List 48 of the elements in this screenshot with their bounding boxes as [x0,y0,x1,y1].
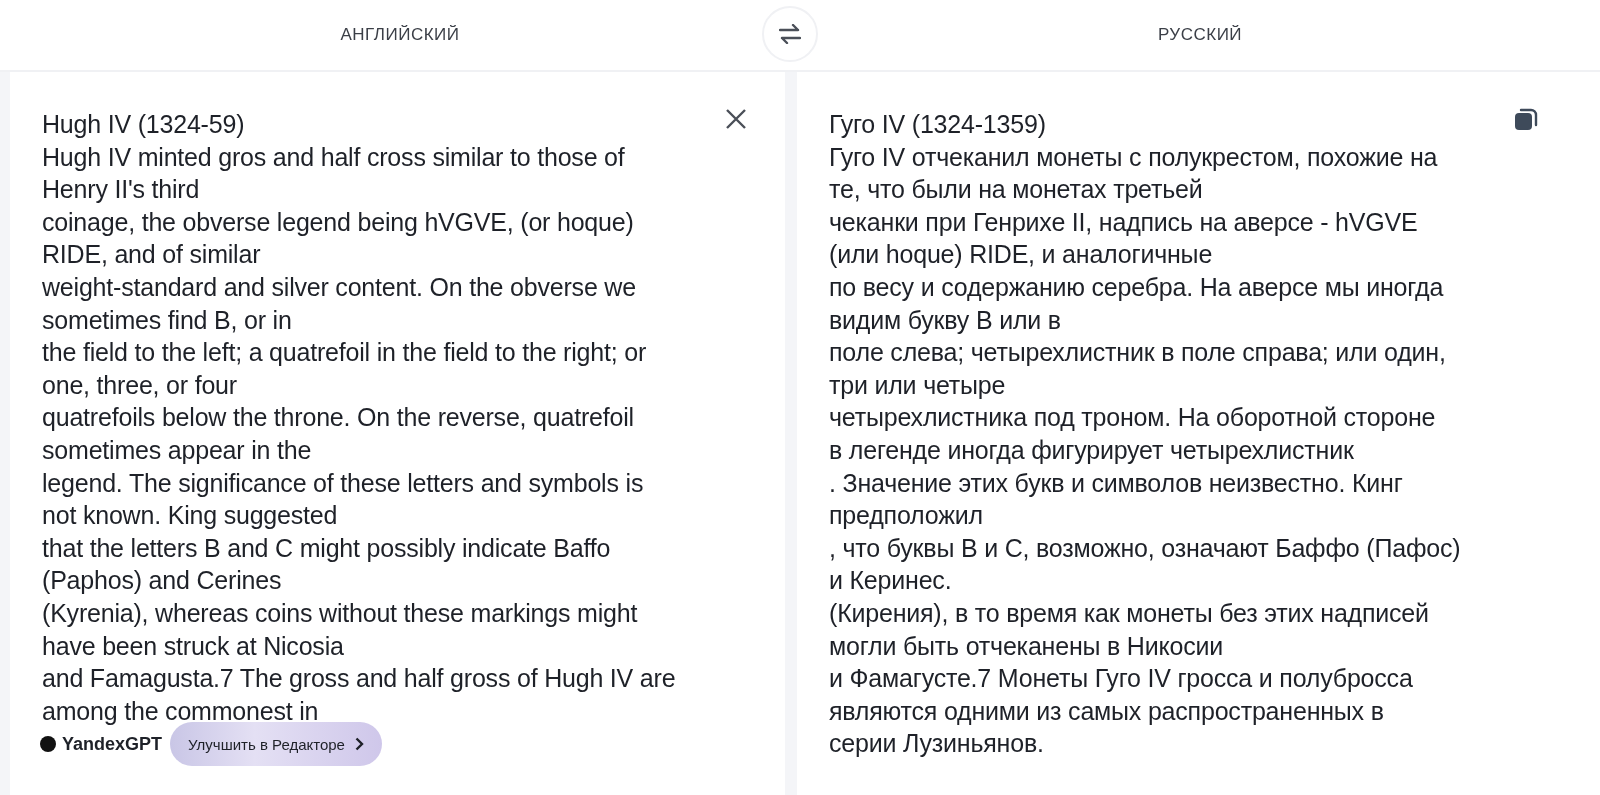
text-line: , что буквы B и C, возможно, означают Баффо (Пафос) [829,532,1461,564]
text-line: quatrefoils below the throne. On the reverse, quatrefoil [42,402,634,434]
text-line: три или четыре [829,369,1006,401]
text-line: weight-standard and silver content. On the obverse we [42,271,636,303]
logo-icon [40,736,56,752]
text-line: Hugh IV minted gros and half cross similar to those of [42,141,625,173]
improve-in-editor-button[interactable]: Улучшить в Редакторе [170,722,382,766]
text-line: те, что были на монетах третьей [829,174,1203,206]
text-line: поле слева; четырехлистник в поле справа; или один, [829,337,1446,369]
swap-icon [779,24,801,44]
text-line: legend. The significance of these letters and symbols is [42,467,644,499]
text-line: четырехлистника под троном. На оборотной стороне [829,402,1436,434]
text-line: чеканки при Генрихе II, надпись на аверсе - hVGVE [829,206,1418,238]
text-line: (Paphos) and Cerines [42,565,282,597]
text-line: the field to the left; a quatrefoil in the field to the right; or [42,337,647,369]
text-line: по весу и содержанию серебра. На аверсе мы иногда [829,271,1444,303]
text-line: (Кирения), в то время как монеты без этих надписей [829,597,1429,629]
text-line: . Значение этих букв и символов неизвестно. Кинг [829,467,1403,499]
text-line: и Фамагусте.7 Монеты Гуго IV гросса и полубросса [829,663,1413,695]
source-language[interactable]: АНГЛИЙСКИЙ [340,25,460,45]
text-line: sometimes find B, or in [42,304,292,336]
yandexgpt-label: YandexGPT [62,733,163,755]
text-line: Гуго IV (1324-1359) [829,109,1046,140]
text-line: Гуго IV отчеканил монеты с полукрестом, похожие на [829,141,1438,173]
chevron-icon [354,737,364,751]
text-line: one, three, or four [42,369,237,401]
target-language[interactable]: РУССКИЙ [1157,25,1243,45]
text-line: not known. King suggested [42,500,338,532]
text-line: Hugh IV (1324-59) [42,109,245,140]
copy-icon[interactable] [1514,108,1538,132]
swap-languages-button[interactable] [762,6,818,62]
text-line: видим букву B или в [829,304,1061,336]
text-line: в легенде иногда фигурирует четырехлистник [829,434,1354,466]
text-line: coinage, the obverse legend being hVGVE, (or hoque) [42,206,634,238]
text-line: Henry II's third [42,174,200,206]
text-line: серии Лузиньянов. [829,728,1044,760]
text-line: являются одними из самых распространенных в [829,695,1384,727]
text-line: that the letters B and C might possibly indicate Baffo [42,532,611,564]
text-line: предположил [829,500,983,532]
text-line: sometimes appear in the [42,434,312,466]
close-icon[interactable] [725,108,747,130]
text-line: могли быть отчеканены в Никосии [829,630,1224,662]
text-line: (Kyrenia), whereas coins without these markings might [42,597,638,629]
text-line: have been struck at Nicosia [42,630,344,662]
text-line: RIDE, and of similar [42,239,261,271]
text-line: и Керинес. [829,565,952,597]
text-line: (или hoque) RIDE, и аналогичные [829,239,1213,271]
text-line: and Famagusta.7 The gross and half gross of Hugh IV are [42,663,676,695]
